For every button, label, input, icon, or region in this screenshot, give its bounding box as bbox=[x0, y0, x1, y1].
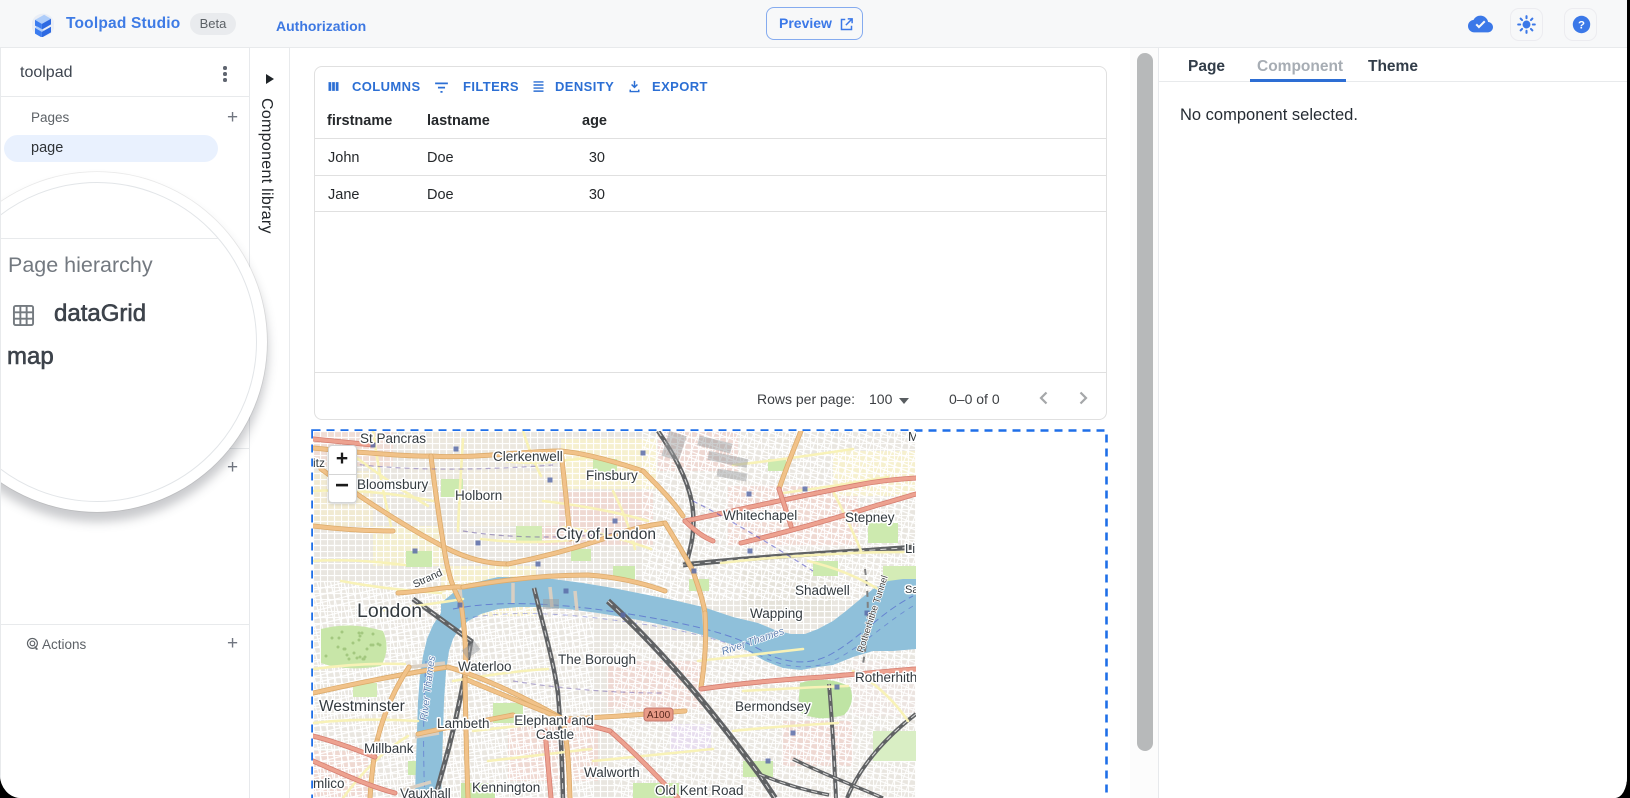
svg-text:St Pancras: St Pancras bbox=[360, 431, 426, 446]
svg-text:City of London: City of London bbox=[556, 526, 656, 543]
svg-text:Wapping: Wapping bbox=[750, 606, 803, 621]
svg-text:Waterloo: Waterloo bbox=[458, 659, 512, 674]
svg-text:Lambeth: Lambeth bbox=[437, 716, 490, 731]
svg-text:itz: itz bbox=[313, 456, 325, 470]
svg-text:Clerkenwell: Clerkenwell bbox=[493, 449, 563, 464]
svg-text:?: ? bbox=[1578, 19, 1585, 31]
svg-text:Walworth: Walworth bbox=[584, 765, 640, 780]
svg-text:London: London bbox=[357, 600, 422, 622]
svg-text:Old Kent Road: Old Kent Road bbox=[655, 783, 744, 798]
svg-text:The Borough: The Borough bbox=[558, 652, 636, 667]
svg-text:Holborn: Holborn bbox=[455, 488, 502, 503]
svg-text:M: M bbox=[908, 431, 916, 444]
svg-text:Millbank: Millbank bbox=[364, 741, 414, 756]
svg-text:Westminster: Westminster bbox=[319, 698, 405, 715]
svg-text:A100: A100 bbox=[647, 710, 671, 721]
svg-text:Castle: Castle bbox=[536, 727, 574, 742]
svg-text:Stepney: Stepney bbox=[845, 510, 895, 525]
svg-text:Elephant and: Elephant and bbox=[514, 713, 594, 728]
svg-text:Finsbury: Finsbury bbox=[586, 468, 638, 483]
svg-text:Lim: Lim bbox=[905, 541, 916, 556]
svg-text:Bloomsbury: Bloomsbury bbox=[357, 477, 429, 492]
svg-text:Shadwell: Shadwell bbox=[795, 583, 850, 598]
svg-text:mlico: mlico bbox=[313, 776, 345, 791]
svg-text:Kennington: Kennington bbox=[472, 780, 540, 795]
svg-text:Sal: Sal bbox=[905, 584, 916, 596]
svg-text:Bermondsey: Bermondsey bbox=[735, 699, 811, 714]
svg-text:Vauxhall: Vauxhall bbox=[400, 786, 451, 798]
svg-text:Whitechapel: Whitechapel bbox=[723, 508, 797, 523]
svg-text:Rotherhithe: Rotherhithe bbox=[855, 670, 916, 685]
